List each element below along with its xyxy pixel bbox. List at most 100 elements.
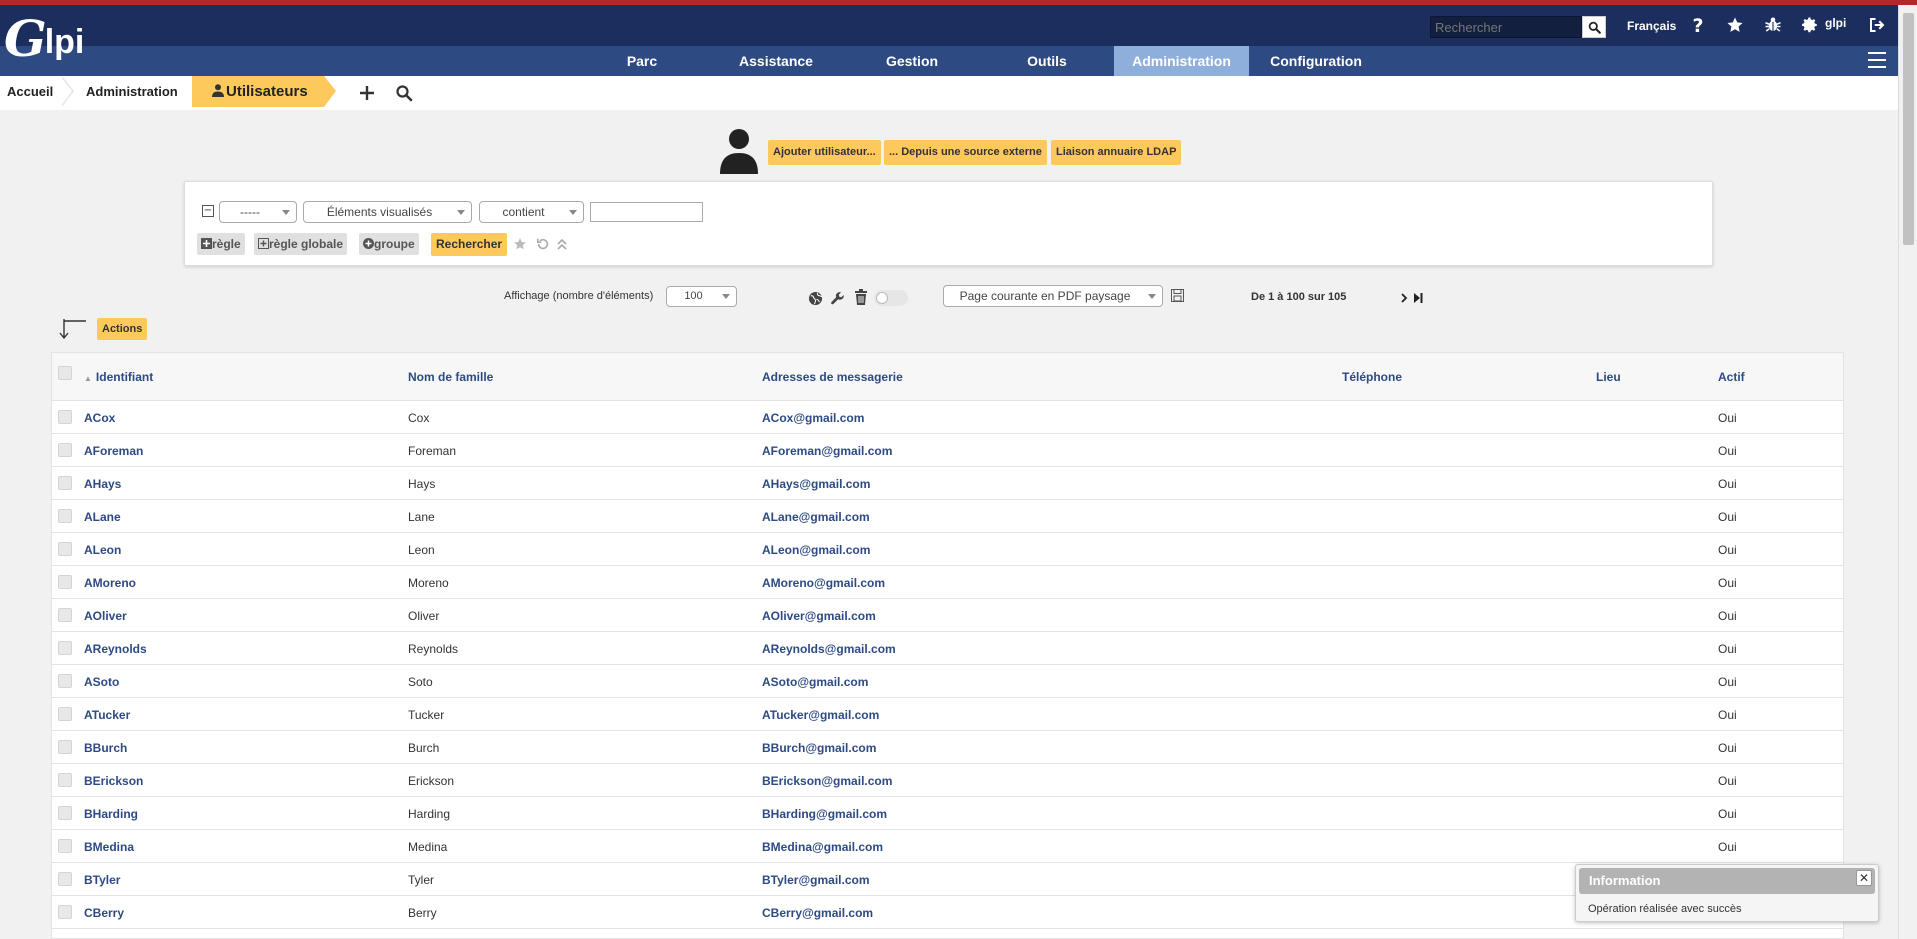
- cell-login[interactable]: BBurch: [84, 741, 127, 755]
- criteria-value-input[interactable]: [590, 202, 703, 222]
- menu-parc[interactable]: Parc: [602, 46, 682, 76]
- cell-login[interactable]: BErickson: [84, 774, 143, 788]
- row-checkbox[interactable]: [58, 872, 72, 886]
- cell-login[interactable]: BTyler: [84, 873, 120, 887]
- language-link[interactable]: Français: [1627, 19, 1676, 33]
- cell-email[interactable]: ACox@gmail.com: [762, 411, 864, 425]
- cell-email[interactable]: AMoreno@gmail.com: [762, 576, 885, 590]
- bug-icon[interactable]: [1762, 14, 1784, 36]
- menu-administration[interactable]: Administration: [1114, 46, 1249, 76]
- wrench-icon[interactable]: [829, 290, 845, 306]
- cell-login[interactable]: ASoto: [84, 675, 119, 689]
- cell-login[interactable]: ALeon: [84, 543, 121, 557]
- breadcrumb-users[interactable]: Utilisateurs: [192, 76, 324, 107]
- globe-icon[interactable]: [807, 290, 823, 306]
- add-group-button[interactable]: groupe: [359, 233, 419, 255]
- search-button[interactable]: [1582, 16, 1606, 38]
- cell-login[interactable]: AReynolds: [84, 642, 147, 656]
- row-checkbox[interactable]: [58, 674, 72, 688]
- row-checkbox[interactable]: [58, 641, 72, 655]
- add-global-rule-button[interactable]: règle globale: [254, 233, 348, 255]
- cell-login[interactable]: ACox: [84, 411, 115, 425]
- scrollbar-thumb[interactable]: [1903, 13, 1914, 245]
- gear-icon[interactable]: [1799, 14, 1821, 36]
- external-source-button[interactable]: ... Depuis une source externe: [884, 140, 1047, 165]
- add-icon[interactable]: [356, 82, 378, 104]
- row-checkbox[interactable]: [58, 575, 72, 589]
- cell-email[interactable]: AOliver@gmail.com: [762, 609, 876, 623]
- column-header-location[interactable]: Lieu: [1596, 370, 1621, 384]
- row-checkbox[interactable]: [58, 476, 72, 490]
- cell-login[interactable]: AOliver: [84, 609, 127, 623]
- cell-email[interactable]: CBerry@gmail.com: [762, 906, 873, 920]
- export-format-select[interactable]: Page courante en PDF paysage: [943, 285, 1163, 307]
- menu-assistance[interactable]: Assistance: [723, 46, 829, 76]
- cell-email[interactable]: ALane@gmail.com: [762, 510, 870, 524]
- last-page-icon[interactable]: [1410, 290, 1426, 306]
- save-search-star-icon[interactable]: [512, 236, 528, 252]
- select-all-checkbox[interactable]: [58, 366, 72, 380]
- row-checkbox[interactable]: [58, 410, 72, 424]
- cell-login[interactable]: BMedina: [84, 840, 134, 854]
- column-header-active[interactable]: Actif: [1718, 370, 1745, 384]
- cell-email[interactable]: BTyler@gmail.com: [762, 873, 870, 887]
- cell-login[interactable]: AForeman: [84, 444, 143, 458]
- cell-email[interactable]: AReynolds@gmail.com: [762, 642, 896, 656]
- row-checkbox[interactable]: [58, 773, 72, 787]
- column-header-lastname[interactable]: Nom de famille: [408, 370, 493, 384]
- star-icon[interactable]: [1724, 14, 1746, 36]
- column-header-phone[interactable]: Téléphone: [1342, 370, 1402, 384]
- operator-select[interactable]: contient: [479, 201, 584, 223]
- row-checkbox[interactable]: [58, 443, 72, 457]
- row-checkbox[interactable]: [58, 509, 72, 523]
- cell-email[interactable]: BHarding@gmail.com: [762, 807, 887, 821]
- cell-login[interactable]: ATucker: [84, 708, 130, 722]
- global-search-input[interactable]: [1430, 16, 1582, 38]
- row-checkbox[interactable]: [58, 839, 72, 853]
- display-count-select[interactable]: 100: [666, 286, 737, 307]
- mass-actions-button[interactable]: Actions: [97, 318, 148, 340]
- search-icon[interactable]: [393, 82, 415, 104]
- vertical-scrollbar[interactable]: [1898, 5, 1917, 939]
- logout-icon[interactable]: [1866, 14, 1888, 36]
- row-checkbox[interactable]: [58, 707, 72, 721]
- add-user-button[interactable]: Ajouter utilisateur...: [768, 140, 881, 165]
- row-checkbox[interactable]: [58, 608, 72, 622]
- row-checkbox[interactable]: [58, 740, 72, 754]
- cell-login[interactable]: ALane: [84, 510, 121, 524]
- cell-email[interactable]: BErickson@gmail.com: [762, 774, 892, 788]
- cell-email[interactable]: BBurch@gmail.com: [762, 741, 876, 755]
- close-icon[interactable]: ✕: [1856, 870, 1872, 886]
- trash-icon[interactable]: [853, 289, 869, 305]
- export-save-icon[interactable]: [1169, 287, 1185, 303]
- menu-outils[interactable]: Outils: [1007, 46, 1087, 76]
- row-checkbox[interactable]: [58, 806, 72, 820]
- field-select[interactable]: -----: [219, 201, 297, 223]
- glpi-logo[interactable]: G lpi: [4, 14, 84, 64]
- cell-login[interactable]: BHarding: [84, 807, 138, 821]
- add-rule-button[interactable]: règle: [197, 233, 245, 255]
- breadcrumb-administration[interactable]: Administration: [79, 76, 192, 107]
- cell-email[interactable]: BMedina@gmail.com: [762, 840, 883, 854]
- user-link[interactable]: glpi: [1825, 16, 1846, 30]
- row-checkbox[interactable]: [58, 905, 72, 919]
- show-trashed-toggle[interactable]: [874, 290, 908, 306]
- collapse-search-icon[interactable]: [554, 236, 570, 252]
- remove-criteria-icon[interactable]: −: [202, 205, 214, 217]
- cell-login[interactable]: CBerry: [84, 906, 124, 920]
- menu-gestion[interactable]: Gestion: [870, 46, 954, 76]
- help-icon[interactable]: ?: [1687, 14, 1709, 36]
- menu-configuration[interactable]: Configuration: [1257, 46, 1375, 76]
- breadcrumb-home[interactable]: Accueil: [0, 76, 62, 107]
- column-header-login[interactable]: ▲ Identifiant: [84, 370, 153, 384]
- row-checkbox[interactable]: [58, 542, 72, 556]
- cell-email[interactable]: AHays@gmail.com: [762, 477, 870, 491]
- criteria-select[interactable]: Éléments visualisés: [303, 201, 472, 223]
- reset-search-icon[interactable]: [535, 236, 551, 252]
- cell-email[interactable]: AForeman@gmail.com: [762, 444, 892, 458]
- column-header-email[interactable]: Adresses de messagerie: [762, 370, 903, 384]
- cell-login[interactable]: AMoreno: [84, 576, 136, 590]
- cell-email[interactable]: ATucker@gmail.com: [762, 708, 879, 722]
- search-submit-button[interactable]: Rechercher: [431, 233, 508, 256]
- hamburger-menu-icon[interactable]: [1868, 52, 1886, 68]
